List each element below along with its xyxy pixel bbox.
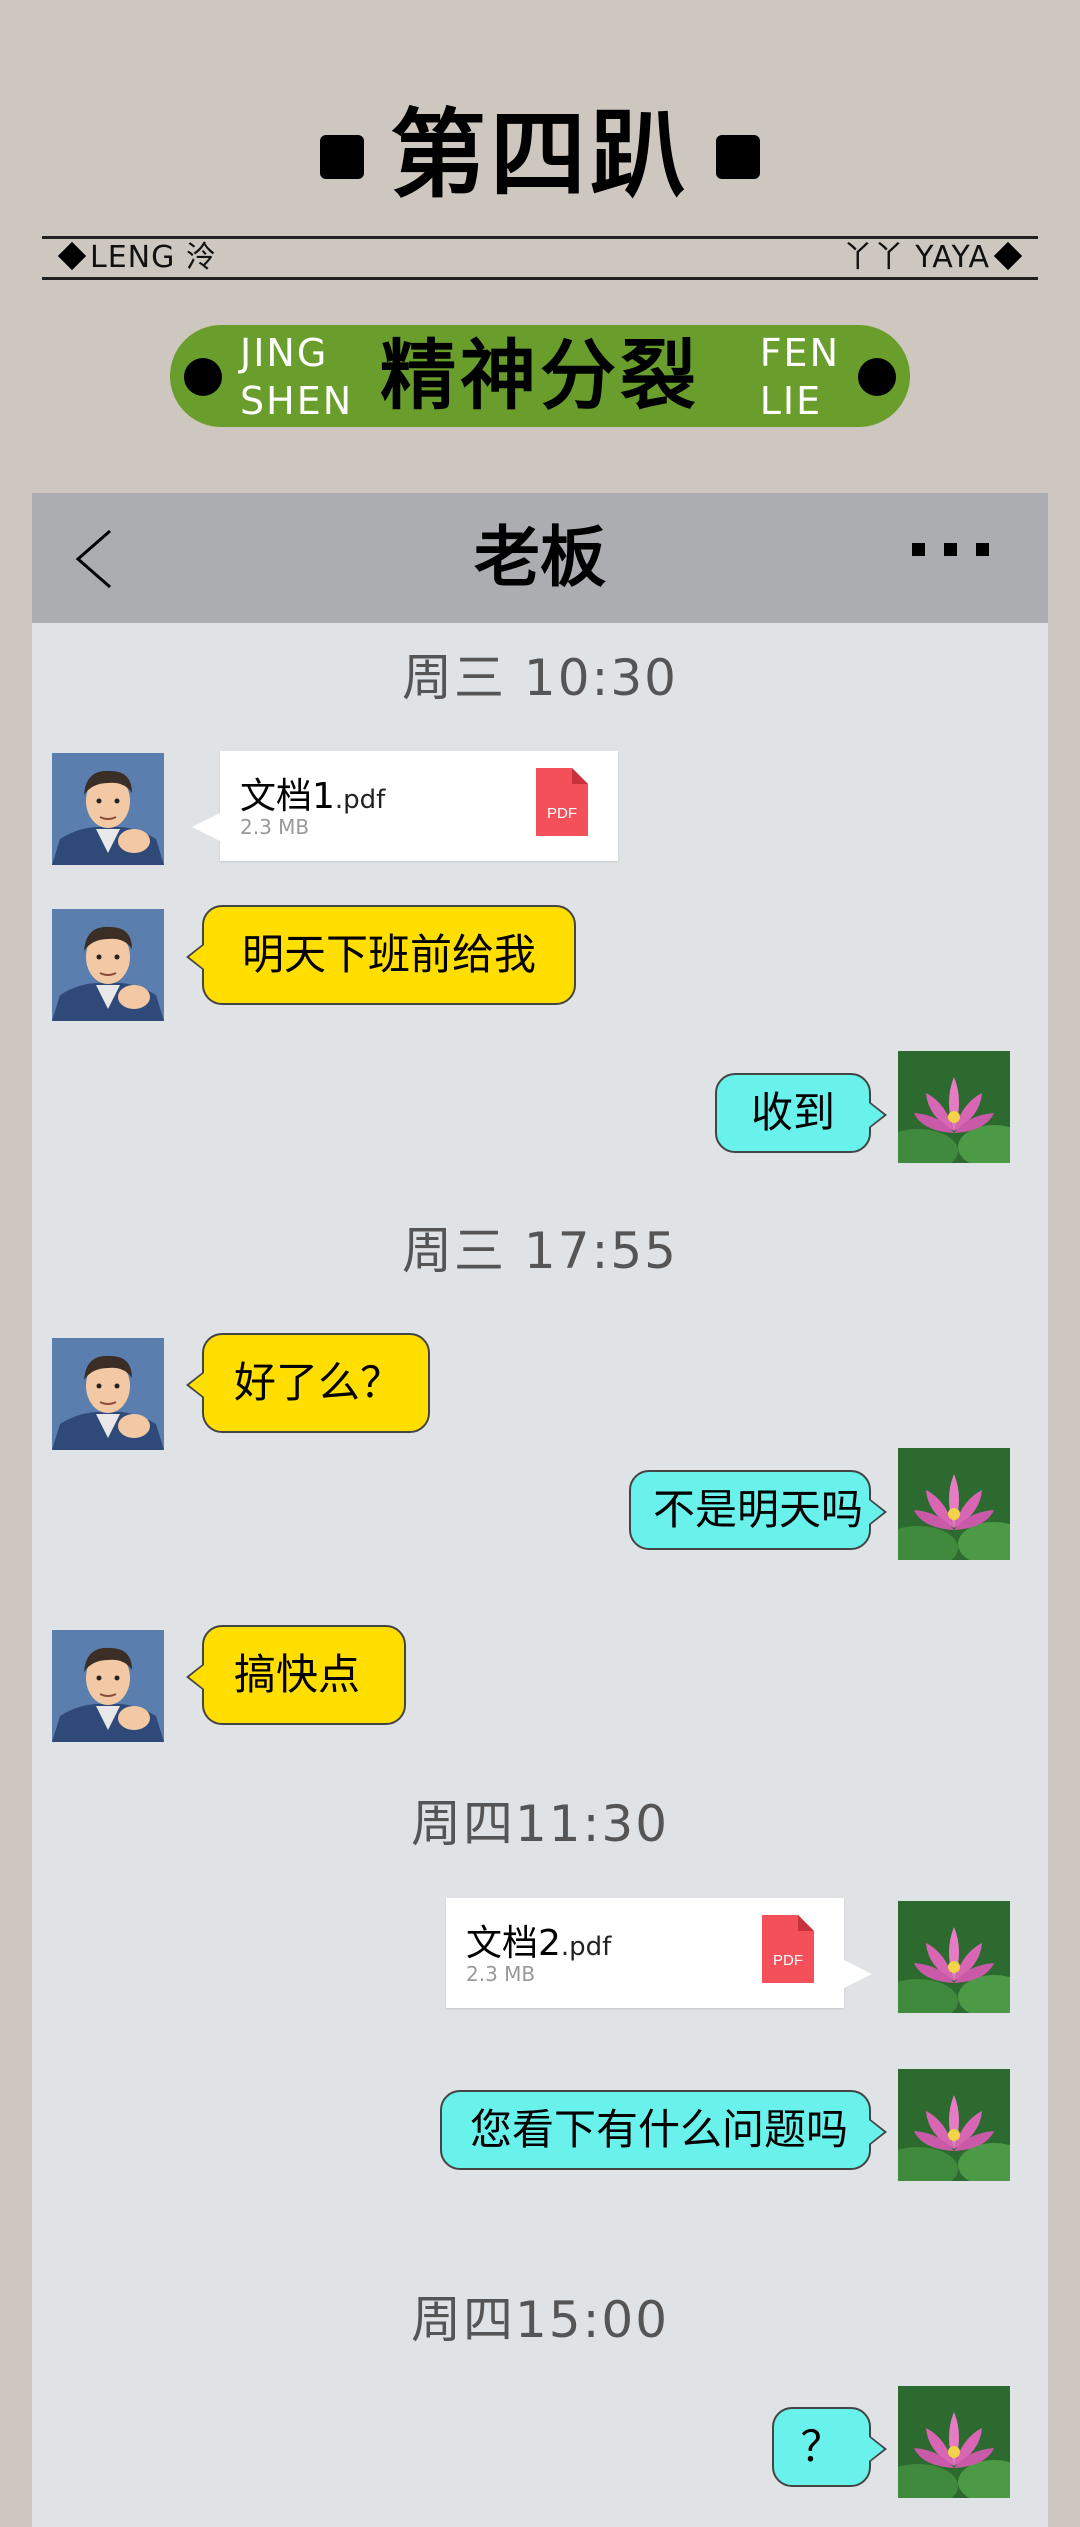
pdf-icon: PDF bbox=[536, 768, 588, 836]
badge-right-line2: LIE bbox=[759, 379, 823, 423]
svg-text:PDF: PDF bbox=[547, 805, 577, 822]
file-message-me[interactable]: 文档2.pdf 2.3 MB PDF bbox=[446, 1898, 872, 2008]
svg-text:PDF: PDF bbox=[773, 1952, 803, 1969]
avatar-me-lotus[interactable] bbox=[898, 1901, 1010, 2013]
diamond-icon bbox=[57, 241, 87, 270]
badge-right-line1: FEN bbox=[759, 331, 840, 375]
chat-window: 老板 周三 10:30 文档1.pdf 2.3 MB PDF 明天下班前给我 收… bbox=[32, 493, 1048, 2527]
pdf-icon: PDF bbox=[762, 1915, 814, 1983]
page-title-block: 第四趴 bbox=[0, 85, 1080, 225]
message-text: 明天下班前给我 bbox=[241, 930, 536, 979]
message-boss[interactable]: 好了么？ bbox=[186, 1333, 430, 1433]
timestamp: 周三 10:30 bbox=[402, 649, 678, 707]
timestamp: 周三 17:55 bbox=[402, 1222, 678, 1280]
message-me[interactable]: ？ bbox=[772, 2407, 887, 2487]
chat-navbar: 老板 bbox=[32, 493, 1048, 623]
file-name: 文档1 bbox=[240, 776, 335, 817]
badge-dot-right bbox=[858, 358, 896, 396]
message-text: 好了么？ bbox=[234, 1358, 403, 1407]
more-dots-icon[interactable] bbox=[912, 543, 992, 563]
avatar-me-lotus[interactable] bbox=[898, 2069, 1010, 2181]
message-text: 搞快点 bbox=[234, 1650, 361, 1699]
avatar-boss[interactable] bbox=[52, 1630, 164, 1742]
file-name: 文档2 bbox=[466, 1923, 561, 1964]
avatar-me-lotus[interactable] bbox=[898, 1051, 1010, 1163]
message-text: 收到 bbox=[750, 1088, 835, 1137]
file-ext: .pdf bbox=[560, 1932, 612, 1962]
avatar-boss[interactable] bbox=[52, 1338, 164, 1450]
byline-right: 丫丫 YAYA bbox=[842, 240, 990, 275]
square-dot-right bbox=[716, 135, 760, 179]
avatar-boss[interactable] bbox=[52, 753, 164, 865]
message-text: 不是明天吗 bbox=[653, 1485, 864, 1534]
byline-left: LENG 泠 bbox=[90, 240, 217, 275]
avatar-me-lotus[interactable] bbox=[898, 1448, 1010, 1560]
timestamp: 周四15:00 bbox=[410, 2291, 670, 2349]
message-me[interactable]: 您看下有什么问题吗 bbox=[440, 2090, 887, 2170]
byline: LENG 泠 丫丫 YAYA bbox=[42, 236, 1038, 280]
avatar-boss[interactable] bbox=[52, 909, 164, 1021]
message-me[interactable]: 不是明天吗 bbox=[629, 1470, 887, 1550]
file-size: 2.3 MB bbox=[466, 1962, 536, 1986]
message-boss[interactable]: 明天下班前给我 bbox=[186, 905, 576, 1005]
file-ext: .pdf bbox=[334, 785, 386, 815]
contact-name: 老板 bbox=[474, 519, 606, 596]
message-me[interactable]: 收到 bbox=[715, 1073, 887, 1153]
file-size: 2.3 MB bbox=[240, 815, 310, 839]
message-text: ？ bbox=[800, 2422, 843, 2471]
file-message-boss[interactable]: 文档1.pdf 2.3 MB PDF bbox=[192, 751, 618, 861]
avatar-me-lotus[interactable] bbox=[898, 2386, 1010, 2498]
message-text: 您看下有什么问题吗 bbox=[470, 2105, 849, 2154]
page-title: 第四趴 bbox=[390, 99, 690, 211]
message-boss[interactable]: 搞快点 bbox=[186, 1625, 406, 1725]
timestamp: 周四11:30 bbox=[410, 1795, 670, 1853]
diamond-icon bbox=[993, 241, 1023, 270]
episode-badge: JING SHEN 精神分裂 FEN LIE bbox=[170, 325, 910, 427]
